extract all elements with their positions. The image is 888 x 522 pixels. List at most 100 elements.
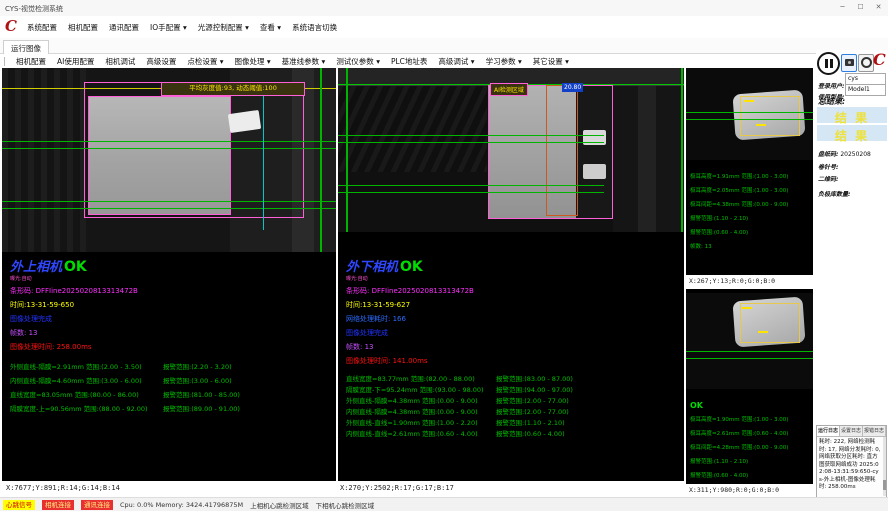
tool-image-processing[interactable]: 图像处理 ▾ [235, 56, 271, 67]
camera-panel-lower-outer: AI检测区域 20.80 外下相机OK 曝光:自动 条形码: DFFIine20… [338, 68, 684, 481]
maximize-button[interactable]: ☐ [853, 1, 868, 13]
menu-view[interactable]: 查看 ▾ [260, 22, 281, 33]
process-time-line: 图像处理时间: 258.00ms [10, 342, 332, 352]
measurement-row: 直线宽度=83.77mm 范围:(82.00 - 88.00) 报警范围:(83… [346, 374, 680, 385]
brand-logo-icon: C [873, 50, 886, 69]
menu-comm-config[interactable]: 通讯配置 [109, 22, 139, 33]
log-panel: 运行日志 设置日志 报错日志 耗时: 222, 网络检测耗时: 17, 网络分发… [816, 425, 887, 498]
camera-image-lower-outer[interactable]: AI检测区域 20.80 [338, 68, 684, 232]
label-mark [744, 100, 754, 102]
log-scrollbar[interactable] [883, 437, 886, 496]
ai-detect-box [546, 85, 578, 216]
menu-system-config[interactable]: 系统配置 [27, 22, 57, 33]
measurement-row: 内侧直线-直线=2.61mm 范围:(0.60 - 4.00) 报警范围:(0.… [346, 429, 680, 440]
measure-line [2, 208, 336, 209]
minimize-button[interactable]: ─ [835, 1, 850, 13]
tool-ai-usage[interactable]: AI使用配置 [57, 56, 94, 67]
time-line: 时间:13-31-59-627 [346, 300, 680, 310]
pause-button[interactable] [817, 52, 840, 75]
tool-tester-params[interactable]: 测试仪参数 ▾ [336, 56, 380, 67]
aux-measure-line: 极耳高度=2.05mm 范围:(1.00 - 3.00) [690, 184, 809, 198]
tool-other-settings[interactable]: 其它设置 ▾ [533, 56, 569, 67]
process-time-line: 图像处理时间: 141.00ms [346, 356, 680, 366]
result-box-1: 结 果 [817, 107, 887, 123]
camera-view-button[interactable] [858, 54, 874, 72]
alarm-range: 报警范围:(2.00 - 77.00) [496, 396, 569, 407]
measure-line [686, 119, 813, 120]
aux-measure-line: 极耳间距=4.28mm 范围:(0.00 - 9.00) [690, 441, 809, 455]
measure-line [338, 142, 604, 143]
measurement-value: 隔膜宽度-下=95.24mm 范围:(93.00 - 98.00) [346, 385, 496, 396]
left-result-info: 外上相机OK 曝光:自动 条形码: DFFIine202502081331347… [10, 256, 332, 416]
pixel-coords-readout: X:7677;Y:891;R:14;G:14;B:14 [6, 484, 120, 492]
camera-view-button-selected[interactable] [841, 54, 857, 72]
camera-image-upper-outer[interactable]: 平均灰度值:93, 动态阈值:100 [2, 68, 336, 252]
tool-camera-config[interactable]: 相机配置 [16, 56, 46, 67]
roi-outline [740, 303, 800, 343]
ok-status: OK [690, 399, 809, 413]
measurement-value: 直线宽度=83.77mm 范围:(82.00 - 88.00) [346, 374, 496, 385]
exposure-note: 曝光:自动 [346, 275, 680, 282]
camera-link-badge: 相机连接 [42, 500, 74, 510]
barcode-line: 条形码: DFFIine2025020813313472B [10, 286, 332, 296]
lower-camera-heartbeat-label: 下相机心跳检测区域 [316, 500, 375, 510]
measurement-list: 外侧直线-隔膜=2.91mm 范围:(2.00 - 3.50) 报警范围:(2.… [10, 360, 332, 416]
measurement-list: 直线宽度=83.77mm 范围:(82.00 - 88.00) 报警范围:(83… [346, 374, 680, 440]
edge-line [263, 88, 264, 230]
alarm-range: 报警范围:(3.00 - 6.00) [163, 374, 232, 388]
reel-code-value: 20250208 [840, 151, 871, 158]
menu-items: 系统配置 相机配置 通讯配置 IO手配置 ▾ 光源控制配置 ▾ 查看 ▾ 系统语… [27, 16, 337, 38]
measure-line [2, 201, 336, 202]
aux-measure-line: 报警范围:(1.10 - 2.10) [690, 455, 809, 469]
log-tab-run[interactable]: 运行日志 [817, 426, 840, 436]
menu-light-config[interactable]: 光源控制配置 ▾ [198, 22, 249, 33]
tool-camera-debug[interactable]: 相机调试 [105, 56, 135, 67]
aux-measure-line: 极耳高度=1.91mm 范围:(1.00 - 3.00) [690, 170, 809, 184]
tool-baseline-params[interactable]: 基准线参数 ▾ [282, 56, 326, 67]
model-row: 使用型号: Model1 [818, 84, 886, 95]
measurement-row: 隔膜宽度-上=90.56mm 范围:(88.00 - 92.00) 报警范围:(… [10, 402, 332, 416]
ok-status: OK [64, 259, 87, 275]
menu-camera-config[interactable]: 相机配置 [68, 22, 98, 33]
alarm-range: 报警范围:(1.10 - 2.10) [496, 418, 565, 429]
measure-line [338, 185, 604, 186]
alarm-range: 报警范围:(89.00 - 91.00) [163, 402, 240, 416]
tool-advanced-debug[interactable]: 高级调试 ▾ [438, 56, 474, 67]
camera-panel-upper-outer: 平均灰度值:93, 动态阈值:100 外上相机OK 曝光:自动 条形码: DFF… [2, 68, 336, 481]
roi-outline [576, 85, 613, 219]
tab-strip: 运行图像 [0, 38, 888, 54]
pause-icon [825, 59, 828, 68]
tool-learning-params[interactable]: 学习参数 ▾ [486, 56, 522, 67]
pin-number-row: 卷针号: [818, 162, 886, 171]
tool-spot-check[interactable]: 点检设置 ▾ [187, 56, 223, 67]
log-tab-settings[interactable]: 设置日志 [840, 426, 863, 436]
result-text: 结 果 [835, 111, 869, 125]
log-content: 耗时: 222, 网络检测耗时: 17, 网络分发耗时: 0, 网络获取分区耗时… [817, 437, 886, 492]
log-tab-errors[interactable]: 报错日志 [863, 426, 886, 436]
measure-line [686, 112, 813, 113]
boundary-line [346, 68, 348, 232]
machine-texture [638, 86, 656, 232]
aux-measurements: OK 极耳高度=1.90mm 范围:(1.00 - 3.00) 极耳高度=2.6… [686, 389, 813, 496]
product-region [88, 96, 231, 215]
label-mark [756, 124, 766, 126]
main-area: 平均灰度值:93, 动态阈值:100 外上相机OK 曝光:自动 条形码: DFF… [0, 68, 816, 496]
aux-measurements: 极耳高度=1.91mm 范围:(1.00 - 3.00) 极耳高度=2.05mm… [686, 160, 813, 254]
net-time-line: 网络处理耗时: 166 [346, 314, 680, 324]
tool-plc-address[interactable]: PLC地址表 [391, 56, 427, 67]
tool-advanced-settings[interactable]: 高级设置 [146, 56, 176, 67]
menu-io-config[interactable]: IO手配置 ▾ [150, 22, 187, 33]
aux-camera-image-top[interactable] [686, 68, 813, 160]
measurement-value: 内侧直线-直线=2.61mm 范围:(0.60 - 4.00) [346, 429, 496, 440]
boundary-line [320, 68, 322, 252]
gray-threshold-overlay: 平均灰度值:93, 动态阈值:100 [161, 82, 305, 96]
measurement-value: 外侧直线-隔膜=4.38mm 范围:(0.00 - 9.00) [346, 396, 496, 407]
measurement-row: 直线宽度=83.05mm 范围:(80.00 - 86.00) 报警范围:(81… [10, 388, 332, 402]
menu-language-switch[interactable]: 系统语言切换 [292, 22, 337, 33]
aux-camera-image-bottom[interactable] [686, 293, 813, 389]
close-button[interactable]: ✕ [871, 1, 886, 13]
ai-region-label: AI检测区域 [490, 83, 528, 96]
scrollbar-thumb[interactable] [883, 480, 886, 490]
measurement-row: 内侧直线-隔膜=4.60mm 范围:(3.00 - 6.00) 报警范围:(3.… [10, 374, 332, 388]
model-field[interactable]: Model1 [845, 84, 886, 96]
